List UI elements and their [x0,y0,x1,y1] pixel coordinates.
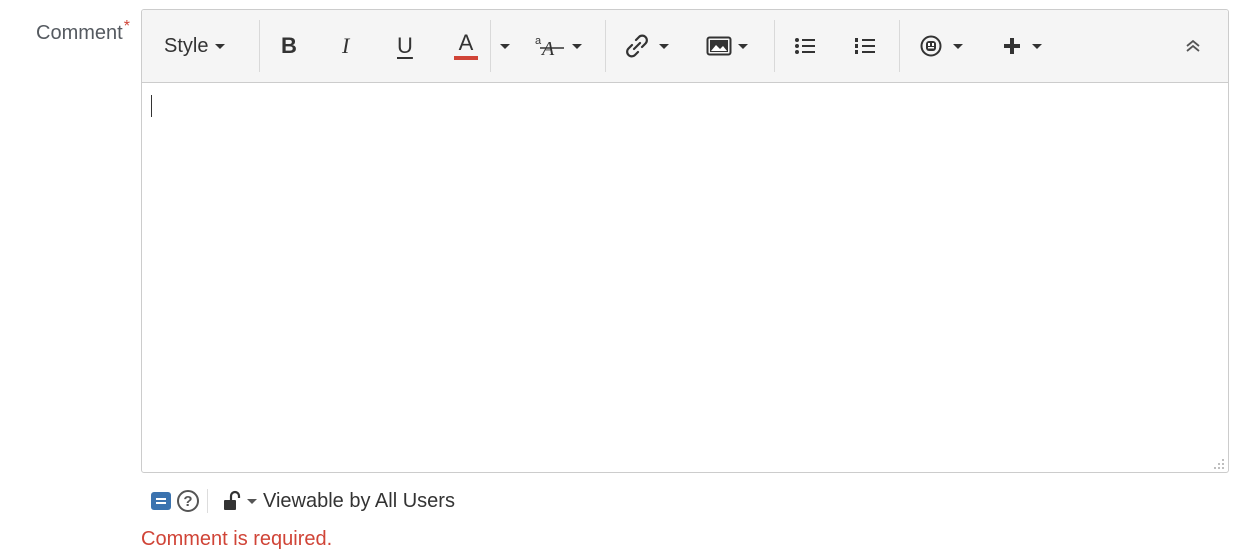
insert-more-dropdown[interactable] [1002,10,1042,82]
comment-textarea[interactable] [142,83,1228,473]
toolbar-separator [490,20,491,72]
italic-icon: I [342,33,350,58]
resize-handle-icon[interactable] [1211,456,1225,470]
emoticon-icon [920,35,942,57]
unlock-icon [224,490,241,510]
numbered-list-button[interactable] [854,10,876,82]
comment-footer: ? Viewable by All Users [151,488,455,514]
visibility-label: Viewable by All Users [263,489,455,512]
link-caret-icon [659,43,669,49]
image-dropdown[interactable] [706,10,748,82]
required-marker: * [123,18,130,35]
collapse-toolbar-icon [1186,39,1200,52]
text-color-caret-icon [500,43,510,49]
help-icon[interactable]: ? [177,490,199,512]
text-format-caret-icon [572,43,582,49]
emoticon-dropdown[interactable] [919,10,963,82]
toolbar-separator [259,20,260,72]
validation-error: Comment is required. [141,528,333,550]
text-color-swatch [454,56,478,60]
bold-button[interactable]: B [281,10,297,82]
numbered-list-icon [855,38,875,54]
comment-editor: Style B I U A a A [141,9,1229,473]
text-color-dropdown[interactable] [500,10,510,82]
image-icon [706,36,732,56]
text-color-button[interactable]: A [454,10,478,82]
insert-more-icon [1004,38,1020,54]
wiki-markup-icon[interactable] [151,492,171,510]
style-dropdown[interactable]: Style [164,10,226,82]
style-dropdown-label: Style [164,34,209,57]
svg-text:a: a [535,35,542,47]
italic-button[interactable]: I [342,10,349,82]
text-color-letter: A [458,30,474,55]
text-format-icon: a A [535,35,564,59]
bullet-list-icon [795,38,815,54]
image-caret-icon [738,43,748,49]
toolbar-separator [899,20,900,72]
text-cursor [151,95,152,117]
editor-toolbar: Style B I U A a A [142,10,1228,83]
visibility-dropdown[interactable]: Viewable by All Users [222,490,455,513]
bullet-list-button[interactable] [794,10,816,82]
link-icon [626,34,648,58]
toolbar-separator [605,20,606,72]
comment-label-text: Comment [36,22,123,44]
style-caret-icon [215,43,226,49]
insert-more-caret-icon [1032,43,1042,49]
underline-button[interactable]: U [397,10,413,82]
emoticon-caret-icon [953,43,963,49]
text-format-dropdown[interactable]: a A [534,10,582,82]
bold-icon: B [281,33,297,58]
text-color-icon: A [454,32,478,60]
underline-icon: U [397,33,413,58]
collapse-toolbar-button[interactable] [1185,10,1201,82]
link-dropdown[interactable] [623,10,669,82]
visibility-caret-icon [247,498,257,504]
toolbar-separator [774,20,775,72]
footer-separator [207,489,208,513]
comment-field-label: Comment* [36,18,130,45]
